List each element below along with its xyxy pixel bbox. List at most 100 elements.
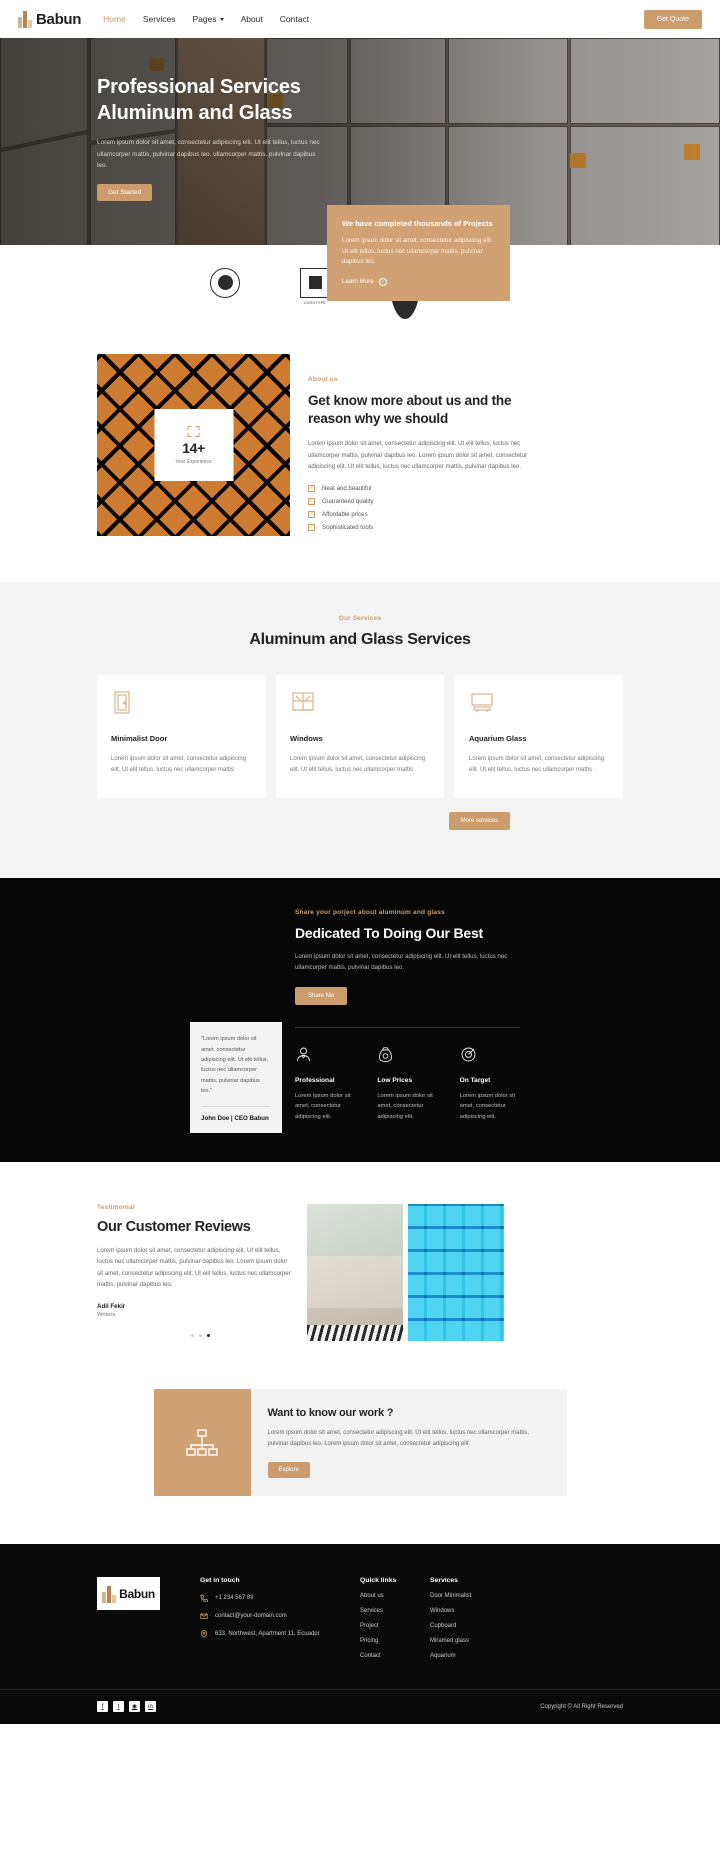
checklist-label: Neat and beautiful — [322, 484, 372, 492]
share-now-button[interactable]: Share Nw — [295, 986, 348, 1005]
footer-service-aquarium[interactable]: Aquarium — [430, 1653, 520, 1659]
feature-text: Lorem ipsum dolor sit amet, consectetur … — [459, 1092, 516, 1120]
reviews-heading: Our Customer Reviews — [97, 1218, 251, 1235]
carousel-dot-3[interactable] — [206, 1334, 210, 1338]
quote-text: "Lorem ipsum dolor sit amet, consectetur… — [201, 1036, 269, 1094]
nav-item-pages-label: Pages — [192, 14, 217, 24]
footer-phone: +1 234 567 89 — [215, 1595, 254, 1602]
feature-text: Lorem ipsum dolor sit amet, consectetur … — [295, 1092, 351, 1120]
target-icon — [461, 1047, 476, 1062]
quote-divider — [201, 1106, 271, 1108]
services-heading: Aluminum and Glass Services — [249, 631, 471, 648]
top-navbar: Babun Home Services Pages About Contact … — [0, 0, 720, 38]
dedicated-heading: Dedicated To Doing Our Best — [295, 925, 484, 942]
footer-service-miramed-glass[interactable]: Miramed glass — [430, 1638, 520, 1644]
service-card-windows[interactable]: Windows Lorem ipsum dolor sit amet, cons… — [276, 675, 444, 799]
explore-button[interactable]: Explore — [267, 1462, 310, 1479]
dedicated-paragraph: Lorem ipsum dolor sit amet, consectetur … — [295, 953, 508, 972]
footer-service-door-minimalist[interactable]: Door Minimalist — [430, 1593, 520, 1599]
building-logo-icon — [102, 1585, 117, 1603]
nav-item-home[interactable]: Home — [103, 14, 126, 24]
service-card-aquarium-glass[interactable]: Aquarium Glass Lorem ipsum dolor sit ame… — [455, 675, 623, 799]
linkedin-icon[interactable]: in — [145, 1701, 156, 1713]
check-icon: ✓ — [308, 523, 315, 531]
about-eyebrow: About us — [308, 376, 338, 383]
nav-item-about[interactable]: About — [241, 14, 263, 24]
instagram-icon[interactable]: ◉ — [129, 1701, 140, 1713]
get-started-button[interactable]: Get Started — [97, 184, 153, 202]
footer-brand-name: Babun — [119, 1586, 155, 1601]
hero-content: Professional Services Aluminum and Glass… — [0, 38, 720, 202]
review-image-interior — [307, 1203, 403, 1341]
about-heading: Get know more about us and the reason wh… — [308, 393, 512, 427]
footer-link-about-us[interactable]: About us — [360, 1593, 430, 1599]
footer-services-heading: Services — [430, 1577, 458, 1585]
footer-link-services[interactable]: Services — [360, 1608, 430, 1614]
checklist-label: Sophisticated tools — [322, 523, 374, 531]
copyright-text: Copyright © All Right Reserved — [540, 1703, 623, 1710]
sitemap-icon — [186, 1428, 218, 1456]
cta-icon-panel — [153, 1388, 251, 1497]
footer-phone-row[interactable]: +1 234 567 89 — [200, 1594, 350, 1603]
professional-icon — [297, 1047, 310, 1061]
footer-email-row[interactable]: contact@your-domain.com — [200, 1612, 350, 1620]
reviewer-role: Writers — [97, 1312, 116, 1319]
hero-title: Professional Services Aluminum and Glass — [97, 74, 720, 127]
nav-item-contact[interactable]: Contact — [280, 14, 309, 24]
brand-logo[interactable]: Babun — [18, 10, 81, 28]
service-title: Windows — [290, 734, 323, 743]
check-icon: ✓ — [308, 510, 315, 518]
carousel-dots[interactable] — [97, 1334, 293, 1338]
cta-heading: Want to know our work ? — [267, 1406, 394, 1419]
more-services-button[interactable]: More services — [448, 812, 510, 831]
nav-item-pages[interactable]: Pages — [192, 14, 224, 24]
footer-service-windows[interactable]: Windows — [430, 1608, 520, 1614]
footer-bottom-bar: f t ◉ in Copyright © All Right Reserved — [0, 1689, 720, 1724]
reviews-images — [307, 1203, 504, 1341]
feature-title: Professional — [295, 1076, 335, 1084]
door-icon — [114, 691, 130, 714]
nav-links: Home Services Pages About Contact — [103, 14, 309, 24]
about-paragraph: Lorem ipsum dolor sit amet, consectetur … — [308, 440, 528, 471]
twitter-icon[interactable]: t — [113, 1701, 124, 1713]
partner-logo-2-caption: LOGOTYPE — [304, 300, 326, 305]
experience-badge: 14+ Year Experience — [154, 409, 233, 481]
footer-columns: Babun Get in touch +1 234 567 89 contact… — [97, 1577, 720, 1659]
service-title: Minimalist Door — [111, 734, 168, 743]
features-row: Professional Lorem ipsum dolor sit amet,… — [295, 1046, 520, 1122]
services-header: Our Services Aluminum and Glass Services — [0, 615, 720, 649]
work-cta-banner: Want to know our work ? Lorem ipsum dolo… — [153, 1388, 567, 1497]
footer-link-contact[interactable]: Contact — [360, 1653, 430, 1659]
reviews-eyebrow: Testimonial — [97, 1203, 135, 1211]
footer-link-pricing[interactable]: Pricing — [360, 1638, 430, 1644]
service-card-minimalist-door[interactable]: Minimalist Door Lorem ipsum dolor sit am… — [97, 675, 265, 799]
checklist-label: Affordable prices — [322, 510, 368, 518]
footer-contact-column: Get in touch +1 234 567 89 contact@your-… — [200, 1577, 350, 1659]
reviewer-name: Adil Fekir — [97, 1303, 126, 1311]
footer-service-cupboard[interactable]: Cupboard — [430, 1623, 520, 1629]
service-text: Lorem ipsum dolor sit amet, consectetur … — [290, 756, 426, 774]
carousel-dot-1[interactable] — [190, 1334, 194, 1338]
about-checklist: ✓ Neat and beautiful ✓ Guaranteed quality … — [308, 484, 528, 531]
check-icon: ✓ — [308, 497, 315, 505]
about-image: 14+ Year Experience — [97, 354, 290, 536]
footer-logo[interactable]: Babun — [97, 1577, 160, 1611]
checklist-item: ✓ Guaranteed quality — [308, 497, 528, 505]
money-bag-icon — [379, 1047, 393, 1062]
learn-more-label: Learn More — [342, 278, 374, 286]
dedicated-content: Share your porject about aluminum and gl… — [295, 909, 520, 1122]
check-icon: ✓ — [308, 484, 315, 492]
review-image-glass-facade — [408, 1203, 504, 1341]
learn-more-link[interactable]: Learn More › — [342, 277, 495, 286]
facebook-icon[interactable]: f — [97, 1701, 108, 1713]
feature-on-target: On Target Lorem ipsum dolor sit amet, co… — [460, 1046, 520, 1122]
carousel-dot-2[interactable] — [198, 1334, 202, 1338]
nav-item-services[interactable]: Services — [143, 14, 176, 24]
partner-logo-2-icon: LOGOTYPE — [300, 267, 330, 305]
checklist-label: Guaranteed quality — [322, 497, 374, 505]
expand-icon — [187, 425, 200, 437]
footer-link-project[interactable]: Project — [360, 1623, 430, 1629]
reviews-text: Testimonial Our Customer Reviews Lorem i… — [97, 1204, 293, 1341]
checklist-item: ✓ Affordable prices — [308, 510, 528, 518]
get-quote-button[interactable]: Get Quote — [643, 9, 702, 29]
